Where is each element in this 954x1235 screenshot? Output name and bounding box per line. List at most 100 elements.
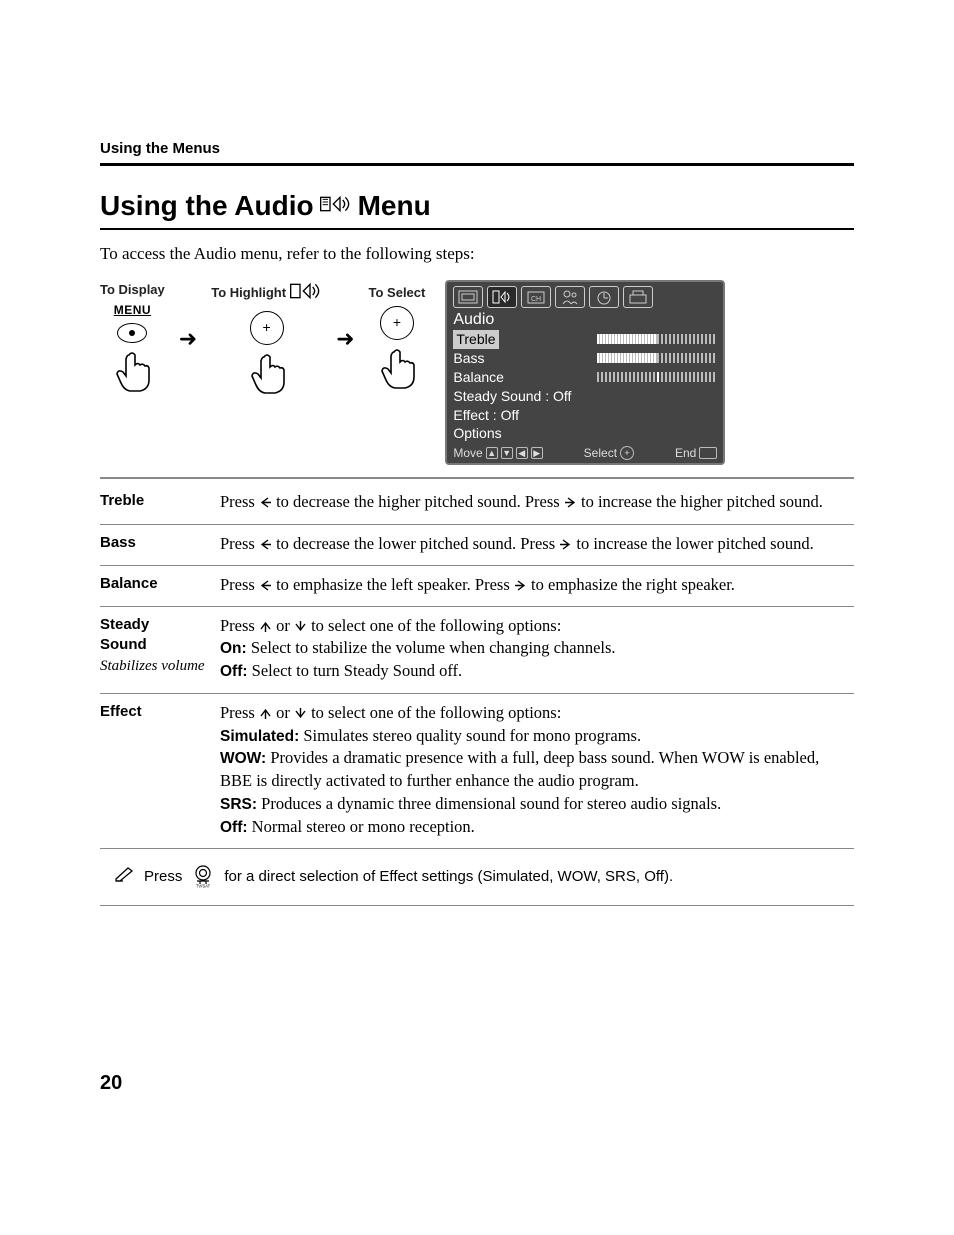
option-label: Off: [220, 819, 248, 836]
title-pre: Using the Audio [100, 190, 314, 222]
osd-slider [597, 353, 717, 363]
nav-ring-icon [380, 306, 414, 340]
desc-treble: Press to decrease the higher pitched sou… [220, 483, 854, 524]
header-rule [100, 163, 854, 166]
step-highlight: To Highlight [211, 280, 322, 397]
text: to decrease the higher pitched sound. Pr… [272, 492, 564, 511]
osd-item-treble: Treble [453, 330, 717, 349]
steps-row: To Display MENU ➜ To Highlight [100, 280, 425, 397]
text: Select to turn Steady Sound off. [248, 661, 463, 680]
audio-menu-icon [320, 190, 352, 222]
hand-press-icon [374, 346, 420, 392]
term-effect: Effect [100, 694, 220, 849]
tip-press-label: Press [144, 868, 182, 885]
text: to select one of the following options: [307, 616, 561, 635]
text: Press [220, 492, 259, 511]
arrow-up-icon [259, 707, 272, 720]
arrow-left-icon [259, 579, 272, 592]
text: to increase the lower pitched sound. [572, 534, 813, 553]
osd-item-label: Bass [453, 349, 484, 368]
text: Press [220, 575, 259, 594]
osd-item-steady: Steady Sound : Off [453, 387, 717, 406]
term-balance: Balance [100, 565, 220, 606]
term-bass: Bass [100, 524, 220, 565]
text: Produces a dynamic three dimensional sou… [257, 794, 721, 813]
page: Using the Menus Using the Audio Menu To … [0, 0, 954, 1235]
option-label: Simulated: [220, 728, 299, 745]
osd-footer: Move ▲▼◀▶ Select + End [453, 446, 717, 460]
osd-item-balance: Balance [453, 368, 717, 387]
osd-item-label: Treble [453, 330, 498, 349]
step-highlight-head: To Highlight [211, 280, 322, 305]
intro-text: To access the Audio menu, refer to the f… [100, 244, 854, 264]
arrow-up-icon [259, 620, 272, 633]
term-treble: Treble [100, 483, 220, 524]
osd-move-label: Move [453, 446, 482, 460]
text: Provides a dramatic presence with a full… [220, 748, 819, 790]
audio-menu-icon-small [290, 280, 322, 305]
osd-item-bass: Bass [453, 349, 717, 368]
osd-move: Move ▲▼◀▶ [453, 446, 542, 460]
text: Simulates stereo quality sound for mono … [299, 726, 641, 745]
row-effect: Effect Press or to select one of the fol… [100, 694, 854, 849]
text: Sound [100, 636, 147, 653]
svg-text:TV/SAT: TV/SAT [196, 884, 211, 889]
menu-button-icon [117, 323, 147, 343]
tip-text: for a direct selection of Effect setting… [224, 868, 673, 885]
arrow-right-icon [564, 496, 577, 509]
hand-press-icon [244, 351, 290, 397]
osd-title: Audio [453, 311, 717, 329]
text: Press [220, 616, 259, 635]
option-label: WOW: [220, 750, 266, 767]
row-treble: Treble Press to decrease the higher pitc… [100, 483, 854, 524]
step-select: To Select [369, 285, 426, 392]
step-select-head: To Select [369, 285, 426, 300]
arrow-right-icon: ➜ [336, 328, 354, 350]
osd-end-label: End [675, 446, 696, 460]
page-number: 20 [100, 1072, 122, 1095]
osd-select: Select + [584, 446, 634, 460]
step-display-head: To Display [100, 282, 165, 297]
row-balance: Balance Press to emphasize the left spea… [100, 565, 854, 606]
osd-tab-video-icon [453, 286, 483, 308]
osd-item-options: Options [453, 424, 717, 443]
text: Normal stereo or mono reception. [248, 817, 475, 836]
osd-tab-channel-icon: CH [521, 286, 551, 308]
text: or [272, 703, 294, 722]
running-header: Using the Menus [100, 140, 854, 157]
osd-panel: CH Audio Treble Bass Balance Steady Soun… [445, 280, 725, 465]
svg-text:CH: CH [531, 296, 541, 303]
arrow-right-key-icon: ▶ [531, 447, 543, 459]
text: to decrease the lower pitched sound. Pre… [272, 534, 559, 553]
row-bass: Bass Press to decrease the lower pitched… [100, 524, 854, 565]
arrow-left-icon [259, 496, 272, 509]
steps-and-osd: To Display MENU ➜ To Highlight [100, 276, 854, 479]
text: Press [220, 703, 259, 722]
text: Steady [100, 616, 149, 633]
title-post: Menu [358, 190, 431, 222]
term-subtitle: Stabilizes volume [100, 658, 205, 674]
option-label: Off: [220, 663, 248, 680]
arrow-right-icon [514, 579, 527, 592]
text: to increase the higher pitched sound. [577, 492, 823, 511]
text: Press [220, 534, 259, 553]
arrow-up-key-icon: ▲ [486, 447, 498, 459]
menu-label: MENU [114, 303, 151, 317]
osd-tab-audio-icon [487, 286, 517, 308]
osd-tab-setup-icon [623, 286, 653, 308]
arrow-left-key-icon: ◀ [516, 447, 528, 459]
step-display: To Display MENU [100, 282, 165, 395]
text: or [272, 616, 294, 635]
term-steady-sound: Steady Sound Stabilizes volume [100, 607, 220, 694]
arrow-down-icon [294, 707, 307, 720]
tip-note: Press TV/SAT for a direct selection of E… [100, 849, 854, 906]
osd-tabs: CH [453, 286, 717, 308]
option-label: On: [220, 640, 247, 657]
osd-slider-balance [597, 372, 717, 382]
text: to emphasize the right speaker. [527, 575, 735, 594]
osd-tab-parent-icon [555, 286, 585, 308]
osd-select-label: Select [584, 446, 617, 460]
desc-balance: Press to emphasize the left speaker. Pre… [220, 565, 854, 606]
nav-ring-icon [250, 311, 284, 345]
row-steady-sound: Steady Sound Stabilizes volume Press or … [100, 607, 854, 694]
